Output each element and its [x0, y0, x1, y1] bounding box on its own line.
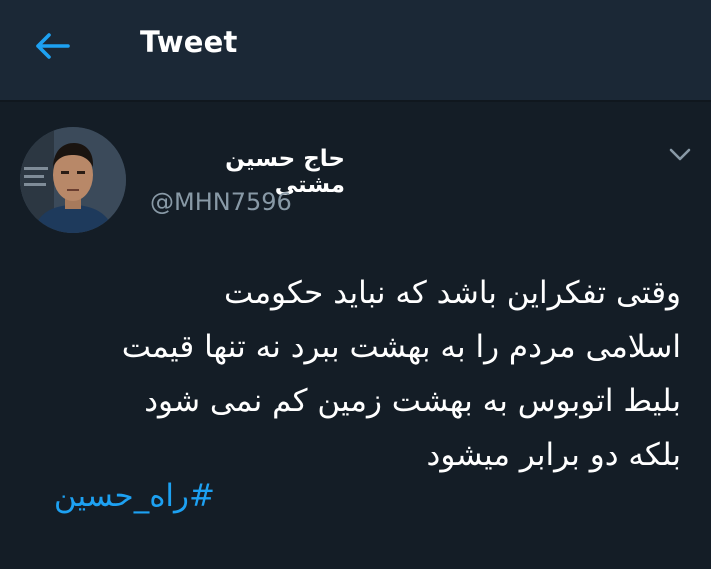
- tweet-text-line: وقتی تفکراین باشد که نباید حکومت: [224, 275, 681, 311]
- author-handle[interactable]: @MHN7596: [150, 188, 292, 216]
- tweet-text-line: بلیط اتوبوس به بهشت زمین کم نمی شود: [144, 383, 681, 419]
- tweet-text: وقتی تفکراین باشد که نباید حکومت اسلامی …: [11, 266, 681, 482]
- chevron-down-icon: [669, 148, 691, 161]
- hashtag-link[interactable]: #راه_حسین: [54, 474, 215, 518]
- tweet-card[interactable]: حاج حسین مشتی @MHN7596 وقتی تفکراین باشد…: [0, 102, 711, 569]
- tweet-menu-button[interactable]: [662, 140, 698, 170]
- page-title: Tweet: [140, 25, 238, 59]
- back-button[interactable]: [28, 24, 76, 68]
- tweet-text-line: اسلامی مردم را به بهشت ببرد نه تنها قیمت: [121, 329, 681, 365]
- avatar[interactable]: [20, 127, 126, 233]
- arrow-left-icon: [36, 33, 70, 59]
- app-header: Tweet: [0, 0, 711, 100]
